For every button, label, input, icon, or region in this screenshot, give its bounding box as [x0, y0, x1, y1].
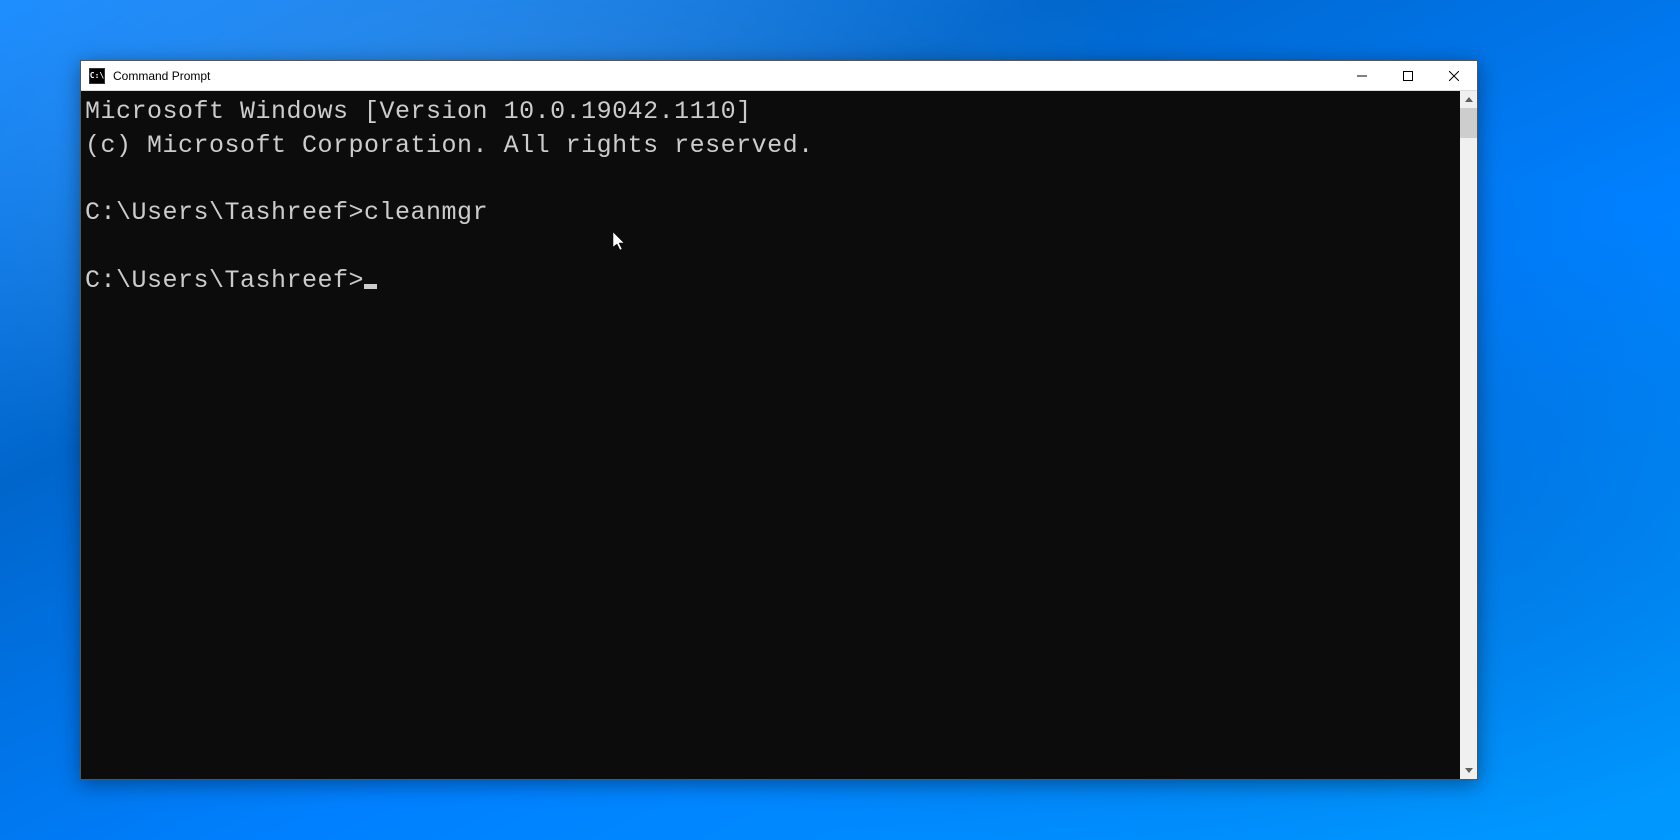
terminal-prompt: C:\Users\Tashreef>: [85, 198, 364, 227]
close-button[interactable]: [1431, 61, 1477, 90]
terminal-line: Microsoft Windows [Version 10.0.19042.11…: [85, 97, 752, 126]
scroll-thumb[interactable]: [1460, 108, 1477, 138]
maximize-icon: [1403, 71, 1413, 81]
close-icon: [1449, 71, 1459, 81]
scroll-track[interactable]: [1460, 108, 1477, 762]
window-controls: [1339, 61, 1477, 90]
titlebar-left: C:\ Command Prompt: [81, 68, 210, 84]
minimize-icon: [1357, 71, 1367, 81]
terminal-command: cleanmgr: [364, 198, 488, 227]
scroll-down-button[interactable]: [1460, 762, 1477, 779]
chevron-down-icon: [1465, 768, 1473, 773]
terminal-output[interactable]: Microsoft Windows [Version 10.0.19042.11…: [81, 91, 1460, 779]
titlebar[interactable]: C:\ Command Prompt: [81, 61, 1477, 91]
maximize-button[interactable]: [1385, 61, 1431, 90]
command-prompt-window: C:\ Command Prompt Microsoft Windows [Ve…: [80, 60, 1478, 780]
scroll-up-button[interactable]: [1460, 91, 1477, 108]
command-prompt-icon: C:\: [89, 68, 105, 84]
terminal-cursor: [364, 284, 377, 289]
terminal-prompt: C:\Users\Tashreef>: [85, 266, 364, 295]
window-title: Command Prompt: [113, 69, 210, 83]
terminal-body: Microsoft Windows [Version 10.0.19042.11…: [81, 91, 1477, 779]
terminal-line: (c) Microsoft Corporation. All rights re…: [85, 131, 814, 160]
vertical-scrollbar[interactable]: [1460, 91, 1477, 779]
minimize-button[interactable]: [1339, 61, 1385, 90]
chevron-up-icon: [1465, 97, 1473, 102]
